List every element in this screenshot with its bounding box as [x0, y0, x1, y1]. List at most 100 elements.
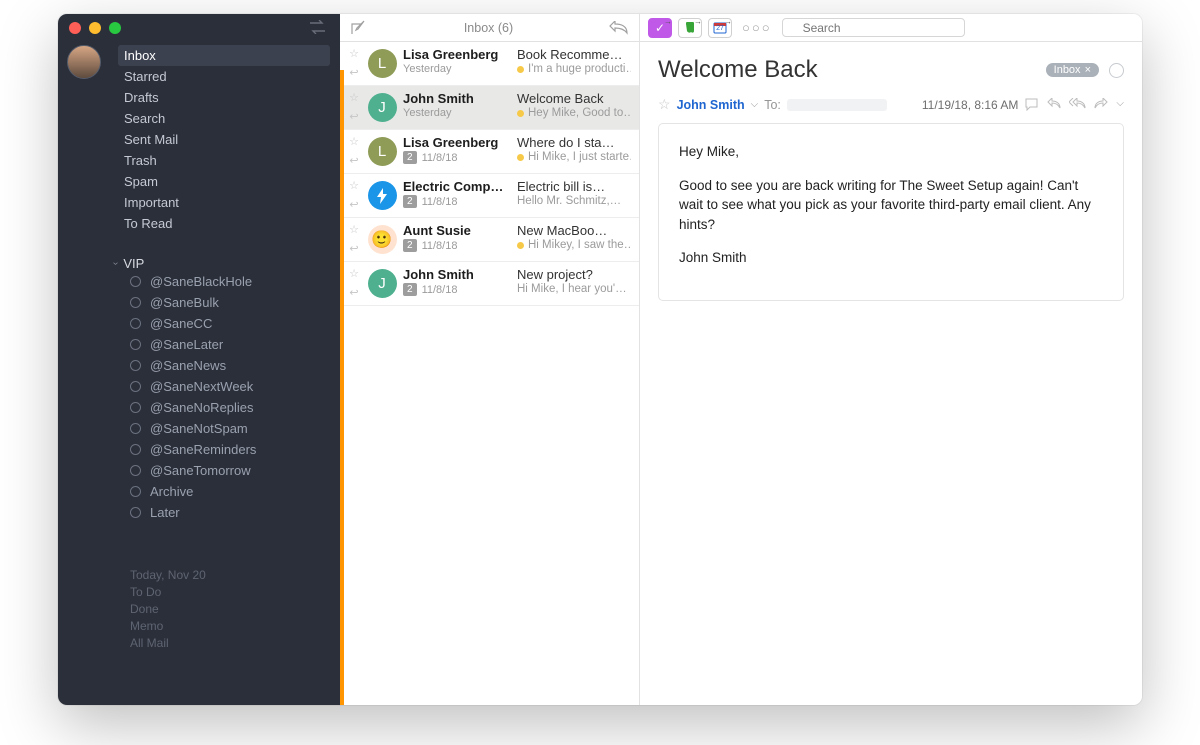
star-icon[interactable]: ☆	[349, 135, 359, 148]
circle-icon	[130, 465, 141, 476]
circle-icon	[130, 297, 141, 308]
folder-inbox[interactable]: Inbox	[118, 45, 330, 66]
reading-toolbar: →✓ → → 27 ○○○	[640, 14, 1142, 42]
message-row[interactable]: ☆↩LLisa Greenberg211/8/18Where do I sta……	[340, 130, 639, 174]
circle-icon	[130, 339, 141, 350]
message-title: Welcome Back	[658, 56, 818, 84]
window-controls	[69, 22, 121, 34]
folder-drafts[interactable]: Drafts	[122, 87, 340, 108]
footnote-item[interactable]: Today, Nov 20	[130, 567, 340, 584]
close-window-button[interactable]	[69, 22, 81, 34]
date-line: 211/8/18	[403, 195, 513, 208]
folder-spam[interactable]: Spam	[122, 171, 340, 192]
message-row[interactable]: ☆↩LLisa GreenbergYesterdayBook Recomme…I…	[340, 42, 639, 86]
sync-icon[interactable]	[309, 20, 326, 34]
subfolder-sanenotspam[interactable]: @SaneNotSpam	[130, 418, 340, 439]
star-icon[interactable]: ☆	[658, 96, 671, 113]
subfolder-sanecc[interactable]: @SaneCC	[130, 313, 340, 334]
vip-label: VIP	[123, 256, 144, 271]
action-calendar-button[interactable]: → 27	[708, 18, 732, 38]
footnote-item[interactable]: To Do	[130, 584, 340, 601]
circle-icon	[130, 507, 141, 518]
search-input[interactable]	[782, 18, 965, 37]
message-timestamp: 11/19/18, 8:16 AM	[922, 98, 1019, 112]
star-icon[interactable]: ☆	[349, 223, 359, 236]
sender-dropdown-icon[interactable]: ⌵	[751, 99, 759, 110]
circle-icon	[130, 486, 141, 497]
subfolder-sanenews[interactable]: @SaneNews	[130, 355, 340, 376]
sender-avatar: L	[368, 49, 397, 78]
subfolder-saneblackhole[interactable]: @SaneBlackHole	[130, 271, 340, 292]
message-row[interactable]: ☆↩JJohn SmithYesterdayWelcome BackHey Mi…	[340, 86, 639, 130]
folder-trash[interactable]: Trash	[122, 150, 340, 171]
preview: Hey Mike, Good to…	[517, 107, 631, 119]
message-header: Welcome Back Inbox× ☆ John Smith ⌵ To: 1…	[640, 42, 1142, 123]
footnote-item[interactable]: Memo	[130, 618, 340, 635]
unread-strip	[340, 70, 344, 705]
label-circle[interactable]	[1109, 63, 1124, 78]
sender-name: Lisa Greenberg	[403, 135, 513, 150]
footnote-item[interactable]: Done	[130, 601, 340, 618]
list-title: Inbox (6)	[368, 21, 609, 35]
folder-starred[interactable]: Starred	[122, 66, 340, 87]
circle-icon	[130, 423, 141, 434]
date-line: Yesterday	[403, 63, 513, 75]
subfolder-later[interactable]: Later	[130, 502, 340, 523]
folder-important[interactable]: Important	[122, 192, 340, 213]
message-row[interactable]: ☆↩JJohn Smith211/8/18New project?Hi Mike…	[340, 262, 639, 306]
sender-name: John Smith	[403, 267, 513, 282]
thread-count-badge: 2	[403, 283, 417, 296]
reply-mini-icon: ↩	[349, 198, 358, 211]
status-dot	[517, 154, 524, 161]
subfolder-sanenextweek[interactable]: @SaneNextWeek	[130, 376, 340, 397]
star-icon[interactable]: ☆	[349, 91, 359, 104]
message-row[interactable]: ☆↩🙂Aunt Susie211/8/18New MacBoo…Hi Mikey…	[340, 218, 639, 262]
minimize-window-button[interactable]	[89, 22, 101, 34]
actions-dropdown-icon[interactable]: ⌵	[1116, 98, 1124, 111]
star-icon[interactable]: ☆	[349, 267, 359, 280]
footnote-item[interactable]: All Mail	[130, 635, 340, 652]
chat-icon[interactable]	[1024, 98, 1039, 111]
status-dot	[517, 110, 524, 117]
subfolder-archive[interactable]: Archive	[130, 481, 340, 502]
compose-icon[interactable]	[350, 20, 368, 36]
message-row[interactable]: ☆↩Electric Comp…211/8/18Electric bill is…	[340, 174, 639, 218]
forward-icon[interactable]	[1094, 98, 1108, 111]
thread-count-badge: 2	[403, 239, 417, 252]
subject: New project?	[517, 267, 631, 282]
preview: I'm a huge producti…	[517, 63, 631, 75]
thread-count-badge: 2	[403, 195, 417, 208]
circle-icon	[130, 444, 141, 455]
star-icon[interactable]: ☆	[349, 179, 359, 192]
circle-icon	[130, 402, 141, 413]
sender-link[interactable]: John Smith	[677, 98, 745, 112]
reply-icon[interactable]	[609, 21, 629, 35]
subfolder-sanebulk[interactable]: @SaneBulk	[130, 292, 340, 313]
subfolder-sanetomorrow[interactable]: @SaneTomorrow	[130, 460, 340, 481]
star-icon[interactable]: ☆	[349, 47, 359, 60]
action-evernote-button[interactable]: →	[678, 18, 702, 38]
vip-folder[interactable]: › VIP	[114, 256, 340, 271]
subfolder-sanenoreplies[interactable]: @SaneNoReplies	[130, 397, 340, 418]
folder-sent-mail[interactable]: Sent Mail	[122, 129, 340, 150]
more-actions-button[interactable]: ○○○	[738, 20, 776, 35]
subfolder-list: › VIP @SaneBlackHole@SaneBulk@SaneCC@San…	[58, 256, 340, 561]
app-window: InboxStarredDraftsSearchSent MailTrashSp…	[58, 14, 1142, 705]
folder-pill[interactable]: Inbox×	[1046, 63, 1099, 77]
reply-all-icon[interactable]	[1069, 98, 1086, 111]
folder-search[interactable]: Search	[122, 108, 340, 129]
action-check-button[interactable]: →✓	[648, 18, 672, 38]
subfolder-sanelater[interactable]: @SaneLater	[130, 334, 340, 355]
to-recipient-redacted	[787, 99, 887, 111]
preview: Hi Mike, I hear you'…	[517, 283, 631, 295]
reply-single-icon[interactable]	[1047, 98, 1061, 111]
folder-to-read[interactable]: To Read	[122, 213, 340, 234]
sender-avatar	[368, 181, 397, 210]
status-dot	[517, 66, 524, 73]
reply-mini-icon: ↩	[349, 66, 358, 79]
subfolder-sanereminders[interactable]: @SaneReminders	[130, 439, 340, 460]
thread-count-badge: 2	[403, 151, 417, 164]
message-list-pane: Inbox (6) ☆↩LLisa GreenbergYesterdayBook…	[340, 14, 640, 705]
reply-mini-icon: ↩	[349, 286, 358, 299]
fullscreen-window-button[interactable]	[109, 22, 121, 34]
